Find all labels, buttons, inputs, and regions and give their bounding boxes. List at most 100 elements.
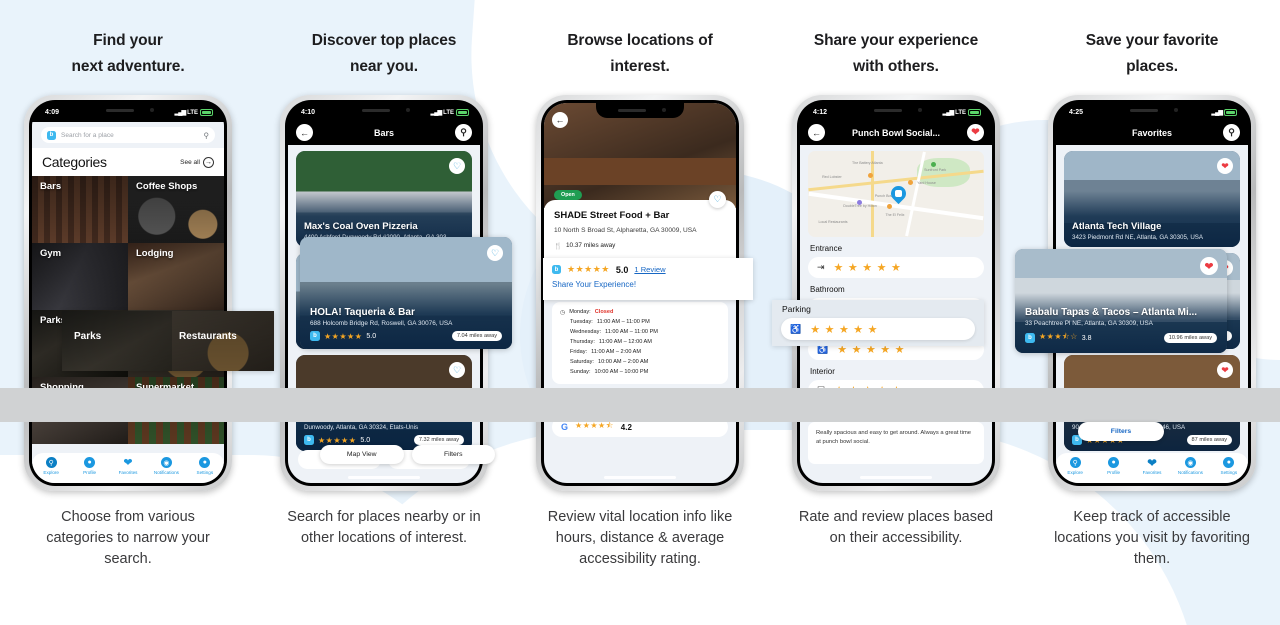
category-label: Lodging — [136, 248, 174, 260]
see-all-button[interactable]: See all → — [180, 156, 214, 168]
place-hero-image: ← Open — [544, 103, 736, 209]
review-textarea[interactable]: Really spacious and easy to get around. … — [808, 422, 984, 465]
status-time: 4:12 — [813, 109, 828, 117]
search-icon[interactable]: ⚲ — [1223, 124, 1240, 142]
hours-day: Saturday: — [570, 359, 594, 366]
overlay-hola-card[interactable]: ♡ HOLA! Taqueria & Bar 688 Holcomb Bridg… — [300, 237, 512, 349]
overlay-rating-strip: b ★★★★★ 5.0 1 Review Share Your Experien… — [543, 258, 753, 300]
hours-day: Thursday: — [570, 339, 595, 346]
map-view-label: Map View — [346, 451, 377, 458]
sidebar-item-favorites[interactable]: ❤ Favorites — [1133, 455, 1171, 475]
category-tile-gym[interactable]: Gym — [32, 243, 128, 311]
hours-day: Sunday: — [570, 369, 591, 376]
signal-icon: ▂▄▆ — [430, 110, 443, 117]
gear-icon: ● — [199, 457, 211, 469]
column-caption-4: Rate and review places based on their ac… — [798, 509, 994, 547]
hours-row: Saturday: 10:00 AM – 2:00 AM — [560, 358, 720, 368]
hours-row: Wednesday: 11:00 AM – 11:00 PM — [560, 328, 720, 338]
favorite-icon[interactable]: ❤ — [1217, 158, 1233, 175]
back-button[interactable]: ← — [296, 124, 313, 142]
distance-badge: 10.96 miles away — [1163, 333, 1217, 343]
list-item[interactable]: ❤ Atlanta Tech Village 3423 Piedmont Rd … — [1064, 151, 1240, 248]
favorite-icon[interactable]: ❤ — [967, 124, 984, 142]
tab-label: Notifications — [153, 469, 179, 475]
sidebar-item-explore[interactable]: ⚲ Explore — [32, 457, 70, 475]
share-experience-link[interactable]: Share Your Experience! — [552, 280, 744, 289]
signal-icon: ▂▄▆ — [174, 110, 187, 117]
bell-icon: ◉ — [160, 457, 172, 469]
rating-value: 5.0 — [360, 436, 371, 444]
status-badge: Open — [554, 190, 582, 201]
sidebar-item-profile[interactable]: ● Profile — [70, 457, 108, 475]
tab-label: Profile — [1107, 469, 1121, 475]
rating-value: 3.8 — [1081, 334, 1092, 342]
phone-notch — [340, 103, 428, 119]
rating-row-entrance[interactable]: ⇥ ★★★★★ — [808, 257, 984, 279]
place-name: Max's Coal Oven Pizzeria — [304, 221, 418, 233]
favorite-icon[interactable]: ♡ — [449, 158, 465, 175]
nav-bar-5: Favorites ⚲ — [1056, 120, 1248, 146]
status-time: 4:09 — [45, 109, 60, 117]
category-tile-coffee-shops[interactable]: Coffee Shops — [128, 176, 224, 244]
map-label: Yard House — [917, 181, 936, 186]
google-icon: G — [561, 422, 569, 433]
overlay-label-restaurants: Restaurants — [179, 331, 237, 342]
rating-row-parking[interactable]: ♿ ★★★★★ — [781, 318, 975, 340]
heart-icon: ❤ — [1146, 455, 1158, 470]
sidebar-item-notifications[interactable]: ◉ Notifications — [1171, 457, 1209, 475]
favorite-icon[interactable]: ♡ — [449, 362, 465, 379]
section-title: Categories — [42, 154, 107, 171]
status-time: 4:25 — [1069, 109, 1084, 117]
filters-label: Filters — [1110, 428, 1132, 435]
hours-time: 10:00 AM – 10:00 PM — [594, 369, 649, 376]
status-time: 4:10 — [301, 109, 316, 117]
home-indicator — [604, 475, 676, 480]
distance-badge: 7.04 miles away — [451, 331, 502, 341]
favorite-icon[interactable]: ♡ — [709, 191, 726, 209]
search-icon[interactable]: ⚲ — [455, 124, 472, 142]
distance-value: 10.37 miles away — [565, 242, 616, 250]
search-placeholder: Search for a place — [61, 131, 114, 139]
column-caption-2: Search for places nearby or in other loc… — [287, 509, 481, 547]
arrow-right-icon: → — [203, 156, 214, 168]
star-rating[interactable]: ★★★★★ — [810, 323, 882, 336]
map-view[interactable]: The Battery Atlanta Red Lobster Punch Bo… — [808, 151, 984, 238]
profile-icon: ● — [1108, 457, 1120, 469]
place-address: 10 North S Broad St, Alpharetta, GA 3000… — [554, 227, 697, 235]
review-count-link[interactable]: 1 Review — [634, 265, 665, 274]
sidebar-item-notifications[interactable]: ◉ Notifications — [147, 457, 185, 475]
sidebar-item-settings[interactable]: ● Settings — [1210, 457, 1248, 475]
back-button[interactable]: ← — [552, 112, 568, 129]
distance-row: 🍴 10.37 miles away — [554, 242, 726, 250]
filters-button[interactable]: Filters — [411, 445, 495, 464]
map-label: The El Felix — [885, 213, 905, 218]
overlay-parking-section: Parking ♿ ★★★★★ — [772, 300, 984, 346]
favorite-icon[interactable]: ❤ — [1217, 362, 1233, 379]
overlay-babalu-card[interactable]: ❤ Babalu Tapas & Tacos – Atlanta Mi... 3… — [1015, 249, 1227, 353]
star-rating[interactable]: ★★★★★ — [834, 261, 906, 274]
category-tile-bars[interactable]: Bars — [32, 176, 128, 244]
list-item[interactable]: ♡ Max's Coal Oven Pizzeria 4400 Ashford … — [296, 151, 472, 248]
back-button[interactable]: ← — [808, 124, 825, 142]
star-rating: ★★★★★ — [324, 331, 363, 341]
place-name: Babalu Tapas & Tacos – Atlanta Mi... — [1025, 307, 1198, 318]
favorite-icon[interactable]: ❤ — [1200, 257, 1218, 275]
hours-time: 11:00 AM – 11:00 PM — [596, 319, 650, 326]
sidebar-item-profile[interactable]: ● Profile — [1094, 457, 1132, 475]
sidebar-item-settings[interactable]: ● Settings — [186, 457, 224, 475]
tab-label: Explore — [1067, 469, 1083, 475]
section-label-interior: Interior — [810, 367, 835, 377]
favorite-icon[interactable]: ♡ — [487, 245, 503, 261]
hours-time: 11:00 AM – 12:00 AM — [598, 339, 652, 346]
map-view-button[interactable]: Map View — [320, 445, 404, 464]
search-input[interactable]: b Search for a place ⚲ — [41, 127, 215, 144]
app-logo-icon: b — [310, 331, 320, 341]
sidebar-item-favorites[interactable]: ❤ Favorites — [109, 457, 147, 475]
category-tile-lodging[interactable]: Lodging — [128, 243, 224, 311]
place-name: SHADE Street Food + Bar — [554, 210, 670, 222]
filters-button[interactable]: Filters — [1078, 422, 1164, 441]
search-icon: ⚲ — [203, 130, 210, 140]
phone-notch — [1108, 103, 1196, 119]
sidebar-item-explore[interactable]: ⚲ Explore — [1056, 457, 1094, 475]
rating-value: 4.2 — [620, 422, 632, 432]
